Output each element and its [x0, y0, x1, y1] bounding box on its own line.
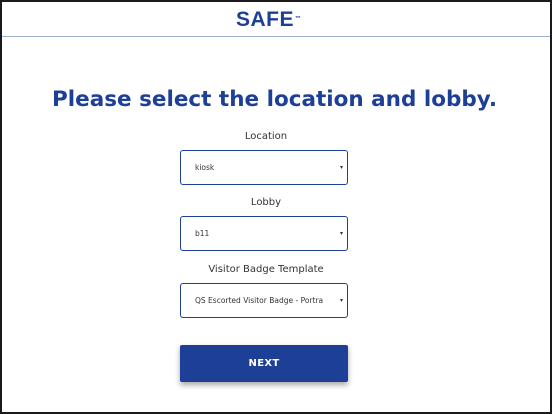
lobby-select[interactable]: b11 ▾ — [180, 216, 348, 251]
chevron-down-icon: ▾ — [339, 297, 343, 304]
app-window: SAFE™ Please select the location and lob… — [0, 0, 552, 414]
chevron-down-icon: ▾ — [339, 230, 343, 237]
location-value: kiosk — [195, 163, 215, 172]
next-button[interactable]: NEXT — [180, 345, 348, 382]
chevron-down-icon: ▾ — [339, 164, 343, 171]
trademark-mark: ™ — [295, 16, 302, 22]
badge-template-value: QS Escorted Visitor Badge - Portra — [195, 296, 324, 305]
page-title: Please select the location and lobby. — [52, 87, 497, 112]
location-label: Location — [244, 131, 288, 142]
location-select[interactable]: kiosk ▾ — [180, 150, 348, 185]
lobby-label: Lobby — [250, 197, 282, 208]
lobby-value: b11 — [195, 229, 210, 238]
safe-logo: SAFE™ — [236, 8, 302, 32]
logo-text: SAFE — [236, 8, 295, 31]
badge-template-select[interactable]: QS Escorted Visitor Badge - Portra ▾ — [180, 283, 348, 318]
badge-template-label: Visitor Badge Template — [208, 264, 324, 275]
header-bar: SAFE™ — [2, 2, 550, 37]
